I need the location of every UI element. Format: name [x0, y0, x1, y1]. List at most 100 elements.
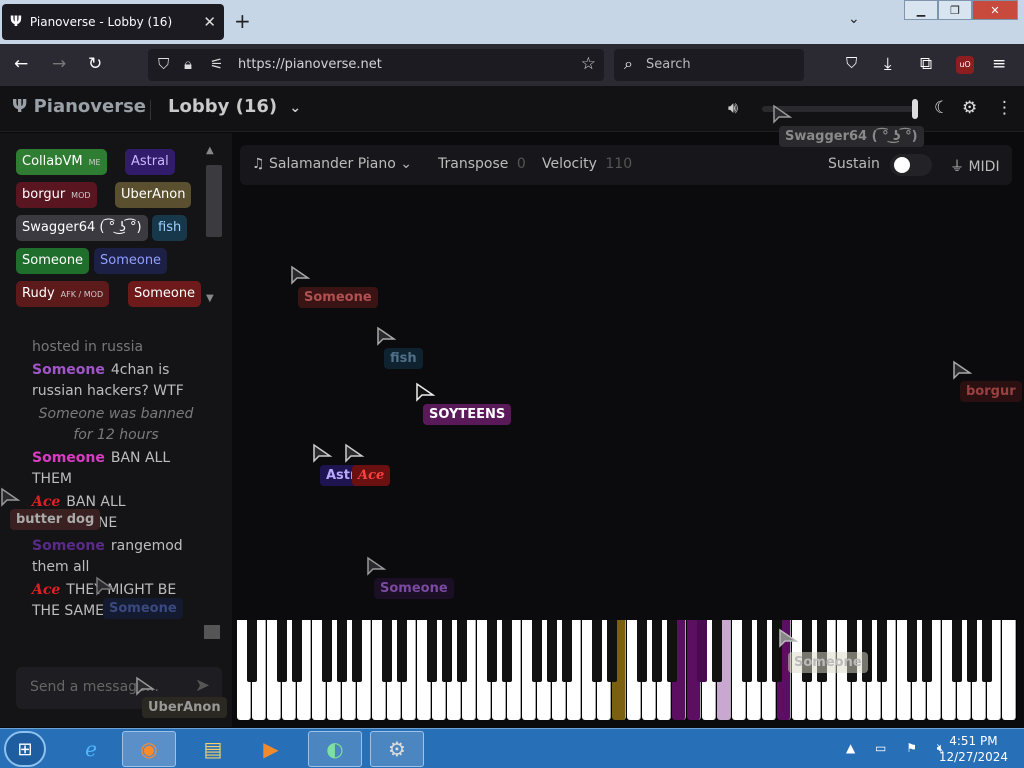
piano-black-key[interactable]: [487, 620, 497, 682]
minimize-icon[interactable]: ▁: [904, 0, 938, 20]
piano-black-key[interactable]: [562, 620, 572, 682]
browser-tab[interactable]: Ψ Pianoverse - Lobby (16) ✕: [2, 4, 224, 40]
user-pill[interactable]: Astral: [125, 149, 175, 175]
firefox-icon[interactable]: ◉: [122, 731, 176, 767]
chat-nick[interactable]: Ace: [32, 494, 60, 510]
media-player-icon[interactable]: ▶: [244, 731, 298, 767]
piano-black-key[interactable]: [352, 620, 362, 682]
reload-icon[interactable]: ↻: [88, 54, 102, 74]
brand-logo[interactable]: Ψ Pianoverse: [12, 96, 146, 117]
piano-black-key[interactable]: [742, 620, 752, 682]
piano-black-key[interactable]: [922, 620, 932, 682]
more-menu-icon[interactable]: ⋮: [996, 98, 1013, 118]
restore-icon[interactable]: ❐: [938, 0, 972, 20]
piano-black-key[interactable]: [382, 620, 392, 682]
lock-icon[interactable]: 🔒︎: [184, 55, 192, 73]
user-pill[interactable]: CollabVM ME: [16, 149, 107, 175]
chat-nick[interactable]: Someone: [32, 362, 105, 378]
internet-explorer-icon[interactable]: ℯ: [64, 731, 118, 767]
user-list-scroll-thumb[interactable]: [206, 165, 222, 237]
app-icon[interactable]: ◐: [308, 731, 362, 767]
chat-scrollbar[interactable]: [204, 625, 220, 639]
piano-black-key[interactable]: [532, 620, 542, 682]
piano-black-key[interactable]: [652, 620, 662, 682]
piano-black-key[interactable]: [502, 620, 512, 682]
forward-icon[interactable]: →: [52, 54, 66, 74]
pocket-icon[interactable]: ⛉: [846, 54, 857, 72]
piano-black-key[interactable]: [877, 620, 887, 682]
piano-black-key[interactable]: [952, 620, 962, 682]
piano-black-key[interactable]: [607, 620, 617, 682]
search-box[interactable]: ⌕ Search: [614, 49, 804, 81]
system-tray-icons[interactable]: ▲ ▭ ⚑ 🔇︎: [846, 741, 952, 756]
theme-moon-icon[interactable]: ☾: [934, 98, 949, 118]
piano-black-key[interactable]: [667, 620, 677, 682]
back-icon[interactable]: ←: [14, 54, 28, 74]
file-explorer-icon[interactable]: ▤: [186, 731, 240, 767]
room-selector[interactable]: Lobby (16) ⌄: [168, 96, 301, 117]
piano-black-key[interactable]: [592, 620, 602, 682]
velocity-control[interactable]: Velocity 110: [542, 156, 632, 172]
user-pill[interactable]: Someone: [94, 248, 168, 274]
piano-black-key[interactable]: [637, 620, 647, 682]
piano-black-key[interactable]: [442, 620, 452, 682]
piano-black-key[interactable]: [247, 620, 257, 682]
permissions-icon[interactable]: ⚟: [210, 55, 223, 73]
window-close-icon[interactable]: ✕: [972, 0, 1018, 20]
menu-icon[interactable]: ≡: [992, 54, 1006, 74]
scroll-down-icon[interactable]: ▼: [206, 293, 214, 304]
scroll-up-icon[interactable]: ▲: [206, 145, 214, 156]
piano-black-key[interactable]: [907, 620, 917, 682]
chat-nick[interactable]: Someone: [32, 538, 105, 554]
bookmark-star-icon[interactable]: ☆: [581, 54, 596, 74]
piano-black-key[interactable]: [967, 620, 977, 682]
tab-close-icon[interactable]: ✕: [203, 13, 216, 31]
settings-gear-icon[interactable]: ⚙: [962, 98, 977, 118]
piano-black-key[interactable]: [427, 620, 437, 682]
user-pill[interactable]: UberAnon: [115, 182, 192, 208]
piano-black-key[interactable]: [757, 620, 767, 682]
list-all-tabs-icon[interactable]: ⌄: [848, 11, 860, 27]
tool-icon[interactable]: ⚙: [370, 731, 424, 767]
user-pill[interactable]: fish: [152, 215, 188, 241]
volume-icon[interactable]: 🔊︎: [728, 98, 738, 118]
user-pill[interactable]: Someone: [16, 248, 90, 274]
transpose-control[interactable]: Transpose 0: [438, 156, 526, 172]
sustain-toggle[interactable]: [890, 154, 932, 176]
send-icon[interactable]: ➤: [195, 675, 210, 696]
user-pill[interactable]: Someone: [128, 281, 202, 307]
piano-black-key[interactable]: [982, 620, 992, 682]
chat-nick[interactable]: Someone: [32, 450, 105, 466]
piano-black-key[interactable]: [277, 620, 287, 682]
user-pill[interactable]: Swagger64 ( ͡° ͜ʖ ͡°): [16, 215, 148, 241]
piano-black-key[interactable]: [397, 620, 407, 682]
user-name: Rudy: [22, 286, 55, 301]
chat-nick[interactable]: Ace: [32, 582, 60, 598]
shield-icon[interactable]: ⛉: [158, 55, 169, 73]
user-pill[interactable]: borgur MOD: [16, 182, 97, 208]
midi-button[interactable]: ⏚ MIDI: [950, 156, 1000, 176]
piano-black-key[interactable]: [712, 620, 722, 682]
piano-black-key[interactable]: [697, 620, 707, 682]
piano-black-key[interactable]: [547, 620, 557, 682]
start-button[interactable]: ⊞: [4, 731, 46, 767]
clock[interactable]: 4:51 PM 12/27/2024: [939, 733, 1008, 765]
piano-black-key[interactable]: [457, 620, 467, 682]
url-text[interactable]: https://pianoverse.net: [238, 57, 382, 72]
cursor-pointer-icon: [416, 382, 436, 402]
piano-black-key[interactable]: [322, 620, 332, 682]
piano-white-key[interactable]: [1002, 620, 1016, 720]
piano-keyboard[interactable]: [237, 620, 1017, 720]
piano-black-key[interactable]: [292, 620, 302, 682]
instrument-selector[interactable]: ♫ Salamander Piano ⌄: [252, 156, 412, 172]
volume-slider-knob[interactable]: [912, 99, 918, 119]
user-list-scrollbar[interactable]: ▲ ▼: [204, 145, 222, 305]
user-pill[interactable]: Rudy AFK / MOD: [16, 281, 110, 307]
url-bar[interactable]: ⛉ 🔒︎ ⚟ https://pianoverse.net ☆: [148, 49, 604, 81]
ublock-icon[interactable]: uO: [956, 56, 974, 74]
piano-black-key[interactable]: [337, 620, 347, 682]
tab-title: Pianoverse - Lobby (16): [29, 15, 173, 29]
downloads-icon[interactable]: ⤓: [884, 54, 892, 74]
new-tab-icon[interactable]: +: [234, 9, 251, 33]
extensions-icon[interactable]: ⧉: [920, 54, 932, 74]
